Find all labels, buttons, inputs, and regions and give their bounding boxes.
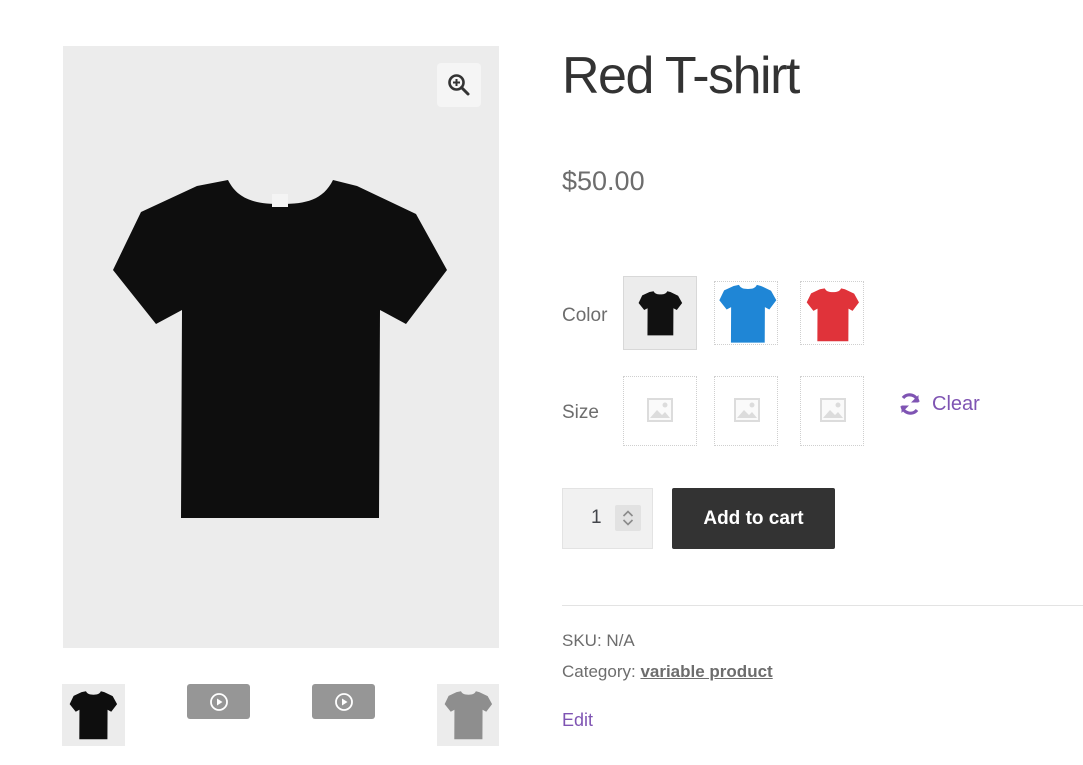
product-main-image[interactable] (63, 46, 499, 648)
placeholder-image-icon (820, 398, 846, 422)
product-price: $50.00 (562, 166, 645, 196)
placeholder-image-icon (734, 398, 760, 422)
clear-selection-link[interactable]: Clear (898, 392, 980, 416)
category-label: Category: (562, 662, 636, 681)
play-icon (210, 693, 228, 711)
clear-label: Clear (932, 392, 980, 415)
category-link[interactable]: variable product (640, 662, 772, 681)
gray-tshirt-thumb (444, 691, 493, 740)
product-category: Category: variable product (562, 662, 773, 682)
quantity-spinner[interactable] (615, 505, 641, 531)
black-tshirt-swatch (638, 291, 683, 336)
black-tshirt-image (113, 180, 447, 518)
divider (562, 605, 1083, 606)
refresh-icon (900, 393, 920, 415)
zoom-in-icon (448, 74, 470, 96)
size-swatch-2[interactable] (714, 376, 778, 446)
red-tshirt-swatch (806, 288, 859, 342)
gallery-thumbnail-video-2[interactable] (312, 684, 375, 719)
size-swatch-3[interactable] (800, 376, 864, 446)
gallery-thumbnail-1[interactable] (62, 684, 125, 746)
blue-tshirt-swatch (719, 284, 777, 343)
sku-label: SKU: (562, 631, 602, 650)
color-label: Color (562, 305, 608, 326)
size-swatch-1[interactable] (623, 376, 697, 446)
color-swatch-black[interactable] (623, 276, 697, 350)
product-title: Red T-shirt (562, 47, 800, 105)
zoom-button[interactable] (437, 63, 481, 107)
play-icon (335, 693, 353, 711)
add-to-cart-button[interactable]: Add to cart (672, 488, 835, 549)
product-sku: SKU: N/A (562, 631, 635, 651)
gallery-thumbnail-4[interactable] (437, 684, 499, 746)
color-swatch-blue[interactable] (714, 281, 778, 345)
black-tshirt-thumb (69, 691, 118, 740)
color-swatch-red[interactable] (800, 281, 864, 345)
quantity-stepper[interactable]: 1 (562, 488, 653, 549)
up-down-chevron-icon (622, 510, 634, 526)
sku-value: N/A (606, 631, 635, 650)
placeholder-image-icon (647, 398, 673, 422)
gallery-thumbnail-video-1[interactable] (187, 684, 250, 719)
quantity-value[interactable]: 1 (591, 507, 602, 529)
size-label: Size (562, 402, 599, 423)
edit-link[interactable]: Edit (562, 710, 593, 731)
